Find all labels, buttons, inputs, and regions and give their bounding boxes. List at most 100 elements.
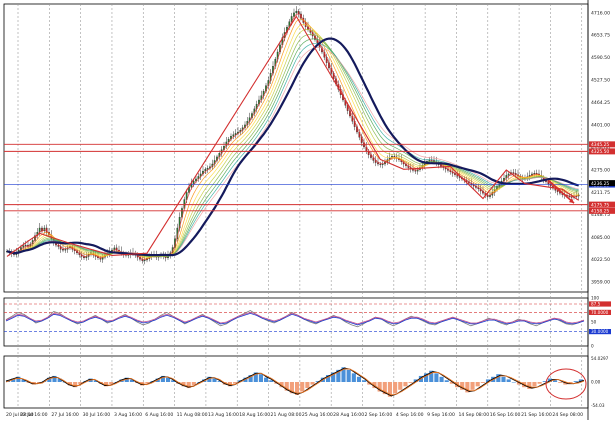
histogram-bar <box>300 382 305 392</box>
oscillator-tick-label: 50 <box>591 320 597 325</box>
candle-body <box>64 249 67 251</box>
histogram-bar <box>439 376 444 382</box>
candle-body <box>512 172 515 174</box>
y-tick-label: 4464.25 <box>591 100 610 106</box>
chart-canvas[interactable]: 3959.004022.504085.004148.754211.754275.… <box>0 0 616 420</box>
histogram-tick-label: -54.03 <box>591 403 605 408</box>
price-panel <box>4 6 588 265</box>
y-tick-label: 4275.00 <box>591 167 610 173</box>
candle-body <box>295 10 298 14</box>
histogram-bar <box>558 382 563 383</box>
candle-body <box>381 163 384 165</box>
candle-body <box>297 10 300 15</box>
y-tick-label: 4527.50 <box>591 78 610 84</box>
x-tick-label: 6 Aug 16:00 <box>145 412 173 418</box>
histogram-bar <box>351 373 356 382</box>
x-tick-label: 18 Aug 16:00 <box>239 412 270 418</box>
candle-body <box>232 134 235 137</box>
candle-body <box>62 249 64 251</box>
x-tick-label: 27 Jul 16:00 <box>51 412 79 418</box>
x-tick-label: 28 Aug 16:00 <box>333 412 364 418</box>
histogram-bar <box>310 382 315 385</box>
x-tick-label: 4 Sep 16:00 <box>396 412 424 418</box>
histogram-bar <box>408 382 413 383</box>
histogram-bar <box>264 377 269 382</box>
y-tick-label: 3959.00 <box>591 280 610 286</box>
candle-body <box>414 170 417 172</box>
histogram-bar <box>480 382 485 383</box>
x-tick-label: 14 Sep 08:00 <box>458 412 489 418</box>
oscillator-line <box>5 310 585 328</box>
oscillator-tick-label: 30.0000 <box>591 329 609 334</box>
trading-chart: 3959.00 4022.50 4085.00 4148.75 4211.75 4275.… <box>0 0 616 420</box>
x-tick-label: 21 Aug 08:00 <box>271 412 302 418</box>
x-tick-label: 13 Aug 16:00 <box>208 412 239 418</box>
histogram-bar <box>444 380 449 382</box>
x-tick-label: 21 Sep 16:00 <box>521 412 552 418</box>
x-tick-label: 2 Sep 16:00 <box>365 412 393 418</box>
candle-body <box>41 227 43 231</box>
histogram-panel <box>5 367 587 400</box>
histogram-tick-label: 54.0297 <box>591 356 609 361</box>
level-price-label: 4175.75 <box>591 202 609 208</box>
y-tick-label: 4653.75 <box>591 33 610 39</box>
ema-ribbon-line <box>6 13 579 260</box>
oscillator-tick-label: 100 <box>591 296 599 301</box>
y-tick-label: 4085.00 <box>591 235 610 241</box>
histogram-tick-label: 0.00 <box>591 380 601 385</box>
level-price-label: 4158.25 <box>591 209 609 215</box>
current-price-label: 4236.25 <box>591 181 609 187</box>
candle-body <box>206 168 209 170</box>
axes: 3959.004022.504085.004148.754211.754275.… <box>6 11 615 418</box>
candle-body <box>143 259 146 261</box>
histogram-bar <box>475 382 480 387</box>
histogram-bar <box>356 376 362 382</box>
histogram-bar <box>305 382 310 389</box>
candle-body <box>489 195 491 197</box>
histogram-bar <box>212 378 217 382</box>
oscillator-tick-label: 0 <box>591 344 594 349</box>
histogram-bar <box>362 380 367 382</box>
oscillator-panel <box>4 303 588 332</box>
candle-body <box>393 156 396 158</box>
histogram-bar <box>537 382 542 384</box>
x-tick-label: 16 Sep 16:00 <box>490 412 521 418</box>
candle-body <box>377 162 379 165</box>
ema-ribbon-line <box>6 38 579 257</box>
histogram-bar <box>470 382 475 390</box>
oscillator-line <box>5 312 585 326</box>
candle-body <box>192 180 195 184</box>
histogram-bar <box>506 379 511 382</box>
panel-frame <box>3 3 589 293</box>
ema-ribbon-line <box>6 18 579 259</box>
x-tick-label: 30 Jul 16:00 <box>83 412 111 418</box>
candle-body <box>293 12 295 17</box>
histogram-bar <box>393 382 398 394</box>
y-tick-label: 4716.00 <box>591 11 610 17</box>
histogram-bar <box>398 382 403 390</box>
histogram-bar <box>258 374 264 382</box>
x-tick-label: 24 Sep 08:00 <box>552 412 583 418</box>
oscillator-tick-label: 87.5 <box>591 302 601 307</box>
y-tick-label: 4401.00 <box>591 123 610 129</box>
level-price-label: 4345.25 <box>591 142 609 148</box>
level-price-label: 4325.50 <box>591 149 609 155</box>
x-tick-label: 3 Aug 16:00 <box>114 412 142 418</box>
candle-body <box>507 173 510 176</box>
histogram-bar <box>434 373 439 382</box>
x-tick-label: 22 Jul 16:00 <box>20 412 48 418</box>
x-tick-label: 25 Aug 16:00 <box>302 412 333 418</box>
x-tick-label: 11 Aug 08:00 <box>177 412 208 418</box>
y-tick-label: 4022.50 <box>591 257 610 263</box>
histogram-bar <box>346 369 351 382</box>
x-tick-label: 9 Sep 16:00 <box>427 412 455 418</box>
y-tick-label: 4211.75 <box>591 190 610 196</box>
y-tick-label: 4590.50 <box>591 55 610 61</box>
ema-ribbon-line <box>6 29 579 258</box>
histogram-bar <box>403 382 408 387</box>
sma-line <box>6 37 580 257</box>
candle-body <box>486 195 489 197</box>
histogram-bar <box>511 382 516 383</box>
candle-body <box>195 178 197 182</box>
grid-lines <box>3 0 589 420</box>
